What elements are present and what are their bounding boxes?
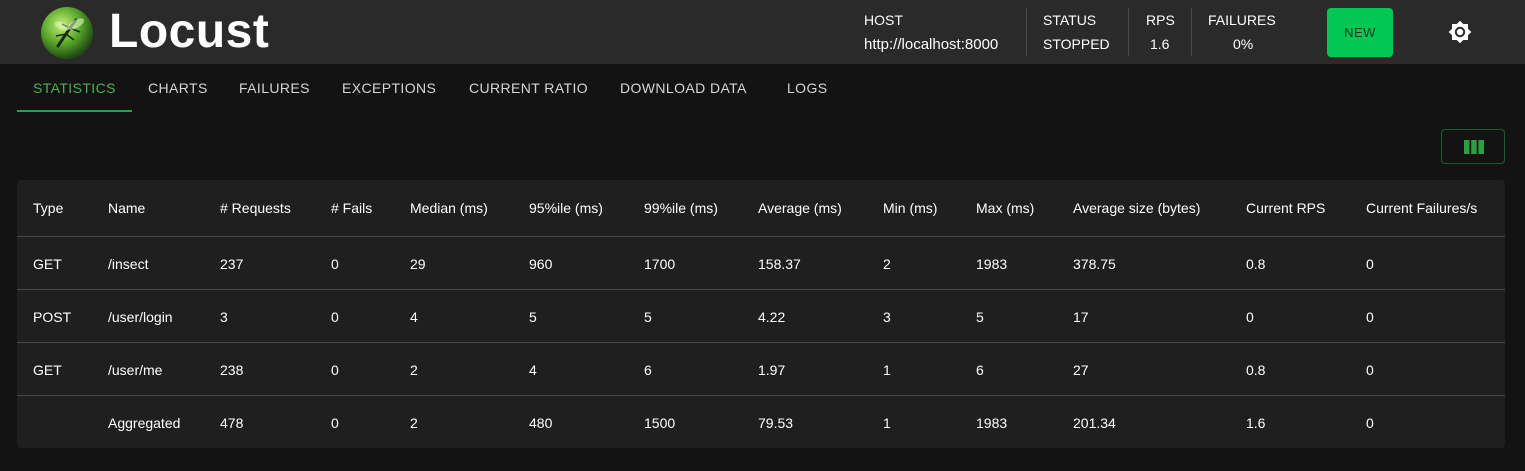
table-cell: 1983 xyxy=(976,256,1008,272)
table-cell: /insect xyxy=(108,256,149,272)
tab-current-ratio[interactable]: CURRENT RATIO xyxy=(469,80,588,96)
table-cell: 960 xyxy=(529,256,553,272)
column-header[interactable]: Min (ms) xyxy=(883,180,937,236)
column-header[interactable]: Type xyxy=(33,180,63,236)
header-divider xyxy=(1191,8,1192,56)
table-cell: 1700 xyxy=(644,256,676,272)
table-cell: 29 xyxy=(410,256,426,272)
table-cell: 0.8 xyxy=(1246,362,1266,378)
tab-bar: STATISTICS CHARTS FAILURES EXCEPTIONS CU… xyxy=(0,64,1525,112)
table-cell: 0 xyxy=(1366,256,1374,272)
table-cell: 1500 xyxy=(644,415,676,431)
status-value: STOPPED xyxy=(1043,36,1110,52)
table-cell: 0 xyxy=(1246,309,1254,325)
table-cell: 0 xyxy=(331,309,339,325)
table-cell: 1 xyxy=(883,415,891,431)
column-header[interactable]: 99%ile (ms) xyxy=(644,180,718,236)
table-cell: 0 xyxy=(1366,362,1374,378)
table-cell: 238 xyxy=(220,362,244,378)
view-columns-icon xyxy=(1464,140,1484,154)
table-cell: 79.53 xyxy=(758,415,794,431)
tab-charts[interactable]: CHARTS xyxy=(148,80,208,96)
table-cell: 480 xyxy=(529,415,553,431)
brightness-icon[interactable] xyxy=(1448,20,1472,44)
column-header[interactable]: Name xyxy=(108,180,145,236)
table-cell: POST xyxy=(33,309,72,325)
column-header[interactable]: Median (ms) xyxy=(410,180,488,236)
table-cell: 0.8 xyxy=(1246,256,1266,272)
app-title: Locust xyxy=(109,5,270,58)
table-cell: GET xyxy=(33,362,62,378)
active-tab-indicator xyxy=(17,110,132,112)
column-header[interactable]: Average (ms) xyxy=(758,180,842,236)
table-header-row: Type Name # Requests # Fails Median (ms)… xyxy=(17,180,1505,237)
table-cell: 2 xyxy=(883,256,891,272)
failures-label: FAILURES xyxy=(1208,12,1276,28)
table-cell: Aggregated xyxy=(108,415,181,431)
column-header[interactable]: Max (ms) xyxy=(976,180,1034,236)
table-cell: 5 xyxy=(529,309,537,325)
rps-value: 1.6 xyxy=(1150,36,1170,52)
table-cell: 17 xyxy=(1073,309,1089,325)
app-header: Locust HOST http://localhost:8000 STATUS… xyxy=(0,0,1525,64)
column-header[interactable]: Current Failures/s xyxy=(1366,180,1477,236)
table-cell: 0 xyxy=(331,415,339,431)
column-header[interactable]: 95%ile (ms) xyxy=(529,180,603,236)
host-label: HOST xyxy=(864,12,903,28)
table-cell: 4.22 xyxy=(758,309,786,325)
table-cell: /user/login xyxy=(108,309,173,325)
column-header[interactable]: Average size (bytes) xyxy=(1073,180,1200,236)
tab-exceptions[interactable]: EXCEPTIONS xyxy=(342,80,436,96)
table-cell: 2 xyxy=(410,362,418,378)
statistics-table: Type Name # Requests # Fails Median (ms)… xyxy=(17,180,1505,448)
column-header[interactable]: # Fails xyxy=(331,180,372,236)
new-test-button[interactable]: NEW xyxy=(1327,8,1393,57)
header-divider xyxy=(1128,8,1129,56)
column-header[interactable]: # Requests xyxy=(220,180,291,236)
tab-failures[interactable]: FAILURES xyxy=(239,80,310,96)
table-cell: 3 xyxy=(883,309,891,325)
table-cell: 6 xyxy=(644,362,652,378)
table-cell: 1.6 xyxy=(1246,415,1266,431)
table-cell: 0 xyxy=(331,362,339,378)
tab-logs[interactable]: LOGS xyxy=(787,80,828,96)
table-cell: /user/me xyxy=(108,362,163,378)
table-cell: 0 xyxy=(1366,415,1374,431)
table-cell: 5 xyxy=(644,309,652,325)
table-cell: 5 xyxy=(976,309,984,325)
aggregated-row: Aggregated 478 0 2 480 1500 79.53 1 1983… xyxy=(17,396,1505,449)
table-cell: 4 xyxy=(410,309,418,325)
table-cell: 27 xyxy=(1073,362,1089,378)
rps-label: RPS xyxy=(1146,12,1175,28)
host-value: http://localhost:8000 xyxy=(864,36,999,53)
locust-logo-icon xyxy=(41,7,93,59)
table-cell: 2 xyxy=(410,415,418,431)
column-header[interactable]: Current RPS xyxy=(1246,180,1325,236)
table-cell: 378.75 xyxy=(1073,256,1116,272)
tab-download-data[interactable]: DOWNLOAD DATA xyxy=(620,80,747,96)
table-cell: 3 xyxy=(220,309,228,325)
table-cell: 0 xyxy=(1366,309,1374,325)
table-row: GET /insect 237 0 29 960 1700 158.37 2 1… xyxy=(17,237,1505,290)
status-label: STATUS xyxy=(1043,12,1097,28)
failures-value: 0% xyxy=(1233,36,1254,52)
table-cell: 201.34 xyxy=(1073,415,1116,431)
table-row: POST /user/login 3 0 4 5 5 4.22 3 5 17 0… xyxy=(17,290,1505,343)
table-cell: 0 xyxy=(331,256,339,272)
table-cell: 1 xyxy=(883,362,891,378)
tab-statistics[interactable]: STATISTICS xyxy=(33,80,116,96)
columns-toggle-button[interactable] xyxy=(1441,129,1505,164)
table-cell: 237 xyxy=(220,256,244,272)
table-cell: 1.97 xyxy=(758,362,786,378)
header-divider xyxy=(1026,8,1027,56)
table-row: GET /user/me 238 0 2 4 6 1.97 1 6 27 0.8… xyxy=(17,343,1505,396)
table-cell: 6 xyxy=(976,362,984,378)
table-cell: GET xyxy=(33,256,62,272)
table-cell: 478 xyxy=(220,415,244,431)
table-cell: 1983 xyxy=(976,415,1008,431)
table-cell: 4 xyxy=(529,362,537,378)
table-cell: 158.37 xyxy=(758,256,801,272)
